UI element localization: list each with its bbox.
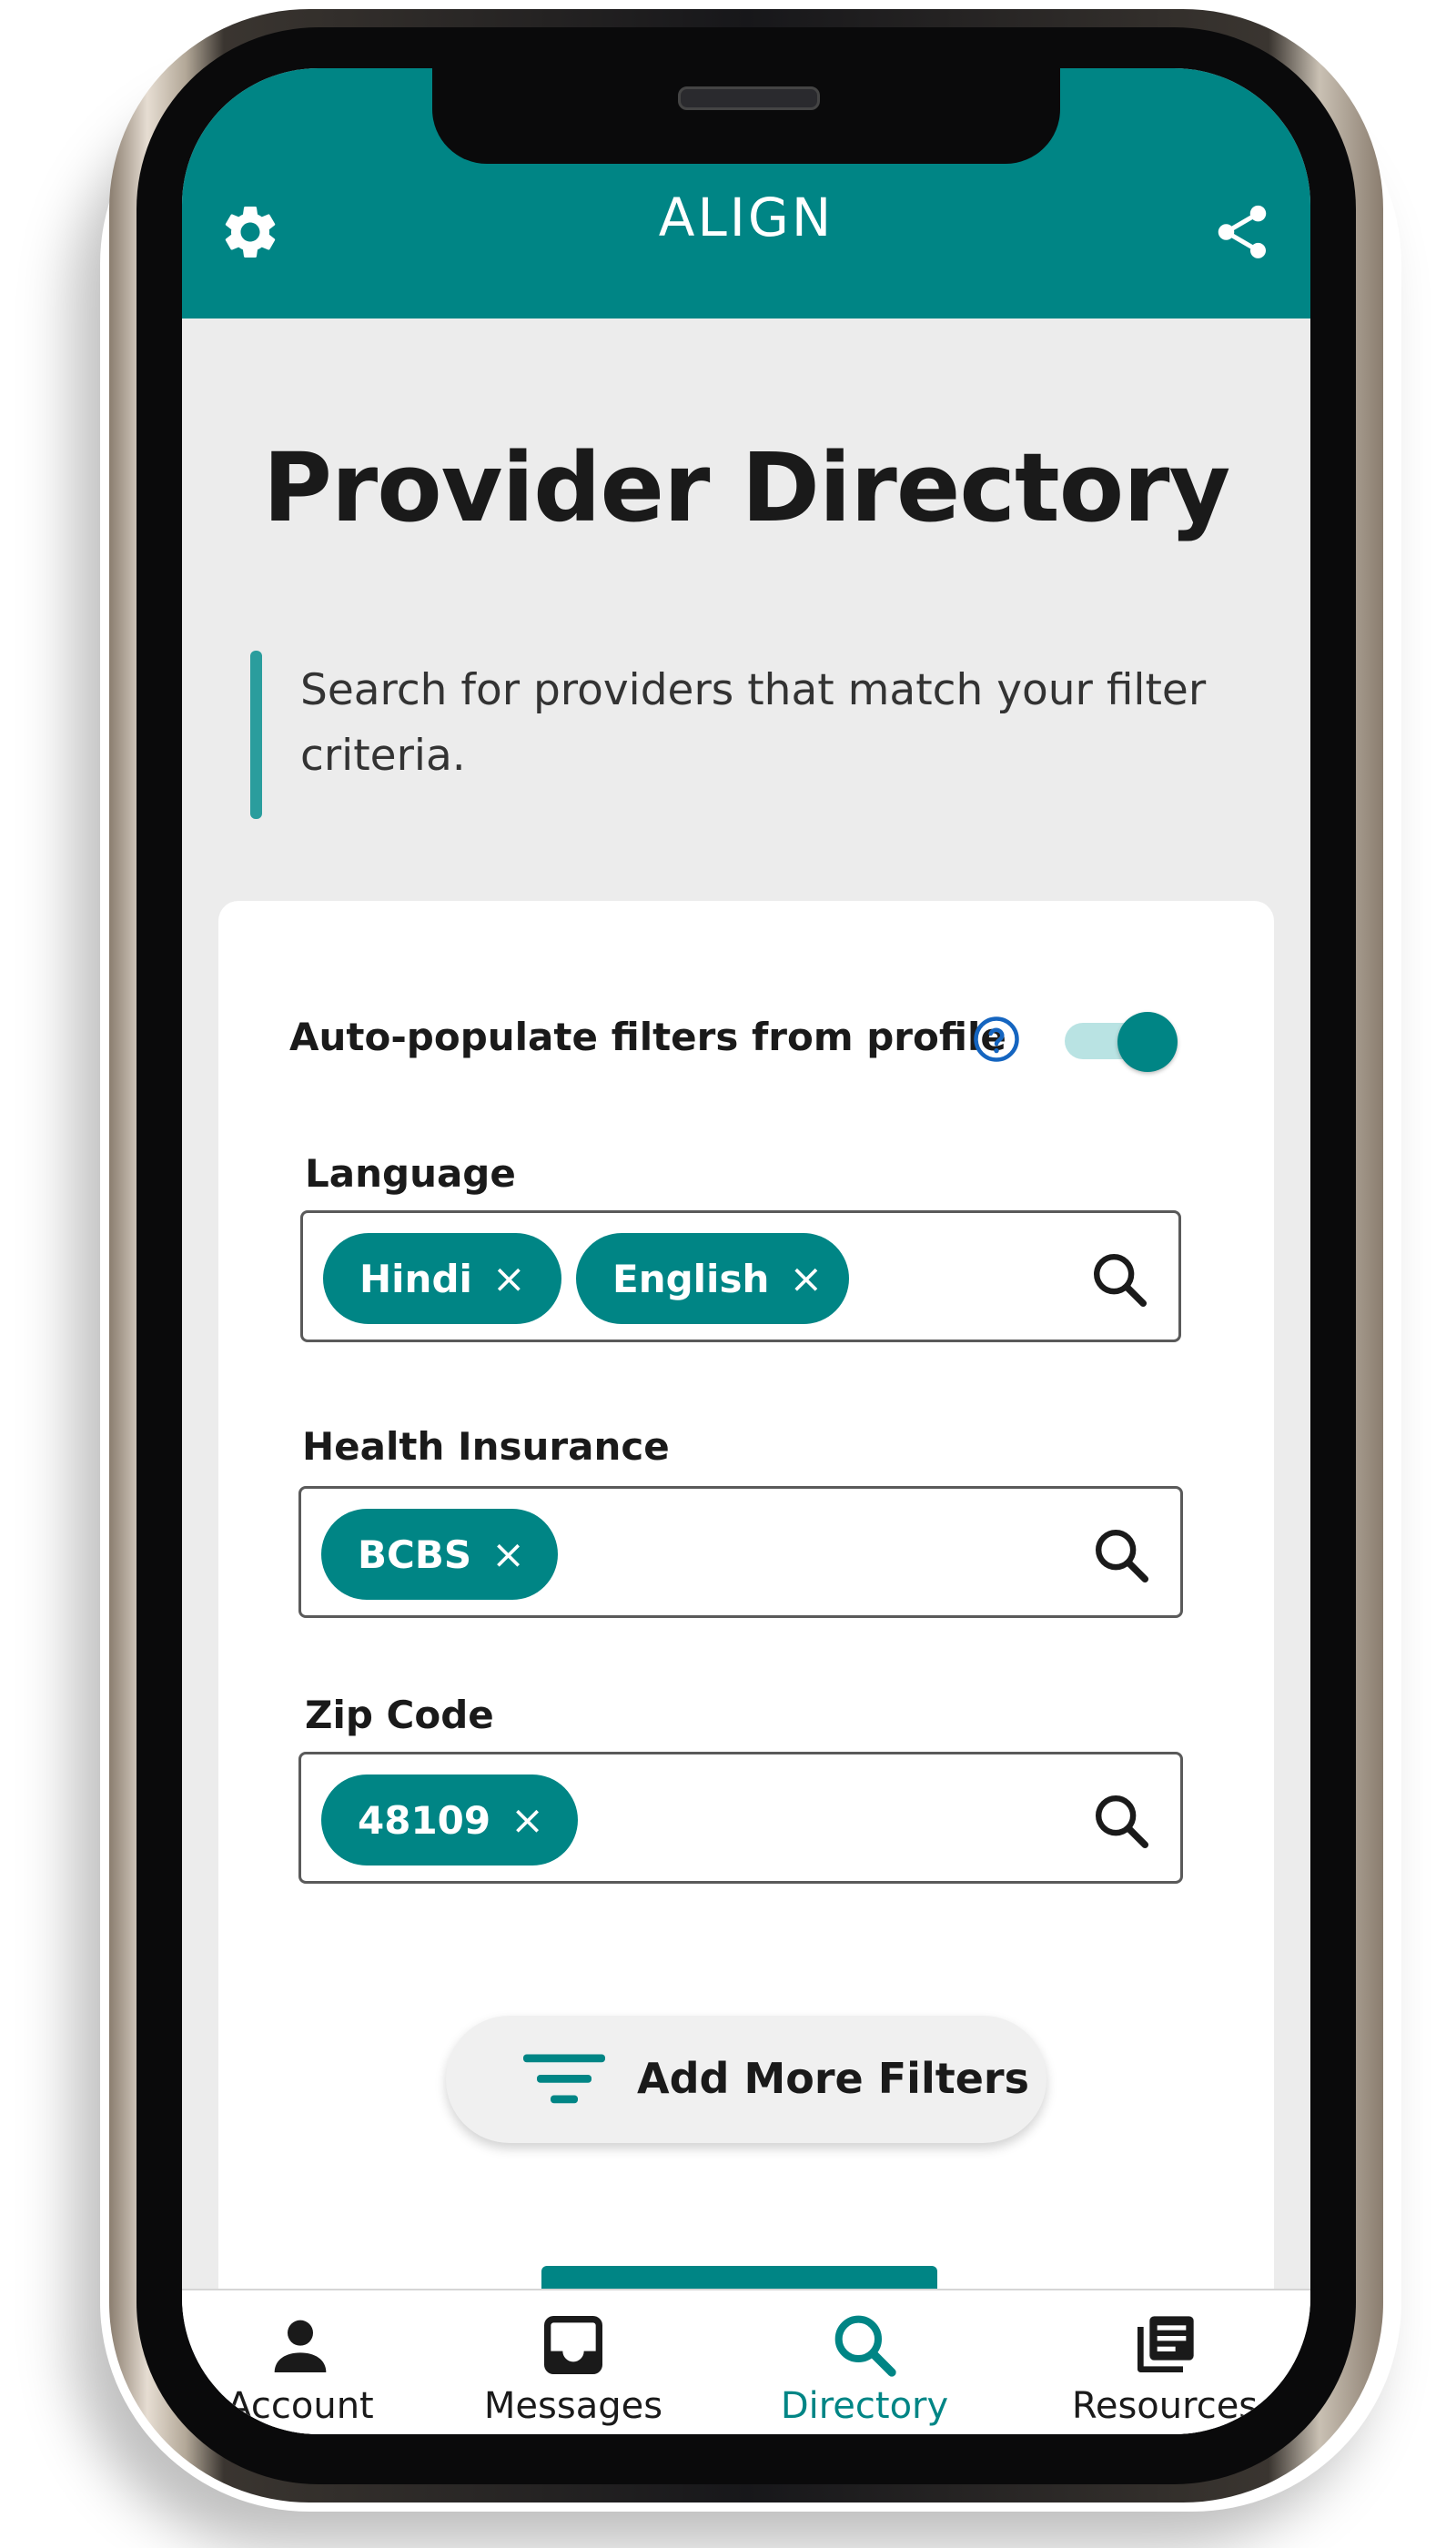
- remove-chip-icon[interactable]: ×: [511, 1797, 544, 1844]
- app-header: ALIGN: [182, 68, 1310, 318]
- toggle-knob: [1117, 1012, 1178, 1072]
- zip-field[interactable]: 48109 ×: [298, 1752, 1183, 1884]
- chip-hindi[interactable]: Hindi ×: [323, 1233, 561, 1324]
- app-title: ALIGN: [658, 187, 834, 248]
- nav-directory[interactable]: Directory: [746, 2309, 983, 2434]
- chip-bcbs[interactable]: BCBS ×: [321, 1509, 558, 1600]
- insurance-field[interactable]: BCBS ×: [298, 1486, 1183, 1618]
- chip-english[interactable]: English ×: [576, 1233, 849, 1324]
- nav-label: Account: [227, 2385, 374, 2427]
- help-circle-icon[interactable]: [972, 1015, 1021, 1064]
- nav-label: Messages: [483, 2385, 663, 2427]
- share-icon[interactable]: [1210, 200, 1274, 264]
- search-icon[interactable]: [1089, 1523, 1153, 1587]
- page-title: Provider Directory: [262, 432, 1231, 543]
- chip-label: BCBS: [358, 1532, 472, 1577]
- language-field[interactable]: Hindi × English ×: [300, 1210, 1181, 1342]
- chip-label: English: [612, 1256, 770, 1301]
- intro-callout: Search for providers that match your fil…: [250, 651, 1251, 824]
- search-icon[interactable]: [1089, 1789, 1153, 1853]
- remove-chip-icon[interactable]: ×: [491, 1532, 525, 1578]
- intro-text: Search for providers that match your fil…: [300, 665, 1207, 781]
- search-icon: [834, 2315, 896, 2377]
- filter-card: Auto-populate filters from profile Langu…: [218, 901, 1274, 2434]
- search-icon[interactable]: [1087, 1248, 1151, 1311]
- person-icon: [274, 2320, 327, 2372]
- language-label: Language: [305, 1151, 516, 1196]
- nav-messages[interactable]: Messages: [455, 2309, 692, 2434]
- nav-resources[interactable]: Resources: [1046, 2309, 1283, 2434]
- auto-populate-label: Auto-populate filters from profile: [289, 1015, 1006, 1059]
- nav-label: Resources: [1071, 2385, 1259, 2427]
- chip-label: Hindi: [359, 1256, 472, 1301]
- inbox-icon: [544, 2316, 602, 2374]
- bottom-nav: Account Messages Directory Resources: [182, 2289, 1310, 2434]
- library-icon: [1138, 2316, 1194, 2372]
- filter-icon: [523, 2054, 605, 2104]
- auto-populate-toggle[interactable]: [1065, 1012, 1178, 1072]
- remove-chip-icon[interactable]: ×: [789, 1256, 823, 1302]
- add-more-filters-button[interactable]: Add More Filters: [446, 2016, 1046, 2143]
- insurance-label: Health Insurance: [302, 1424, 670, 1469]
- nav-label: Directory: [780, 2385, 949, 2427]
- add-more-filters-label: Add More Filters: [637, 2054, 1029, 2103]
- nav-account[interactable]: Account: [182, 2309, 419, 2434]
- remove-chip-icon[interactable]: ×: [492, 1256, 526, 1302]
- phone-screen: ALIGN Provider Directory Search for prov…: [182, 68, 1310, 2434]
- speaker-grille: [678, 86, 820, 110]
- zip-label: Zip Code: [305, 1693, 494, 1737]
- notch: [432, 68, 1060, 164]
- chip-label: 48109: [358, 1797, 491, 1843]
- intro-accent-bar: [250, 651, 262, 819]
- chip-48109[interactable]: 48109 ×: [321, 1774, 578, 1866]
